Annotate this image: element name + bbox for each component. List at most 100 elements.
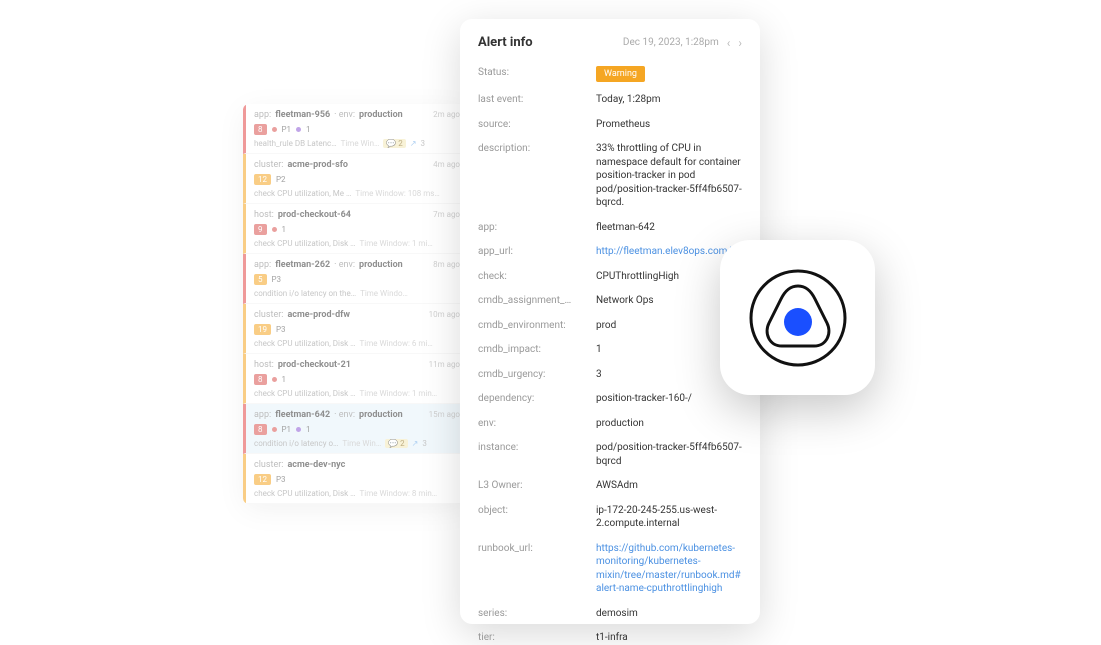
status-dot-icon [296, 127, 301, 132]
alert-list-item[interactable]: cluster:acme-dev-nyc 12P3 check CPU util… [243, 454, 468, 504]
detail-row: cmdb_impact:1 [478, 343, 742, 357]
alert-list-item[interactable]: host:prod-checkout-21 81 check CPU utili… [243, 354, 468, 404]
alert-badges: 8 P1 1 [254, 124, 460, 135]
detail-value: fleetman-642 [596, 221, 742, 235]
alert-time: 11m ago [429, 360, 460, 369]
detail-key: tier: [478, 631, 596, 645]
alert-header: host:prod-checkout-64 [254, 210, 460, 220]
alert-list-item[interactable]: cluster:acme-prod-sfo 12P2 check CPU uti… [243, 154, 468, 204]
count-badge: 8 [254, 374, 267, 385]
detail-row: object:ip-172-20-245-255.us-west-2.compu… [478, 504, 742, 531]
detail-row: app_url:http://fleetman.elev8ops.com/ [478, 245, 742, 259]
alert-time: 4m ago [433, 160, 460, 169]
detail-value: t1-infra [596, 631, 742, 645]
detail-row: description:33% throttling of CPU in nam… [478, 142, 742, 210]
detail-key: last event: [478, 93, 596, 107]
priority-label: P3 [276, 325, 286, 334]
alert-list-item[interactable]: app:fleetman-956· env:production 8P11 he… [243, 104, 468, 154]
priority-dot-icon [272, 127, 277, 132]
alert-list-item[interactable]: host:prod-checkout-64 91 check CPU utili… [243, 204, 468, 254]
detail-key: cmdb_urgency: [478, 368, 596, 382]
count-badge: 8 [254, 124, 267, 135]
detail-key: instance: [478, 441, 596, 468]
detail-key: cmdb_assignment_… [478, 294, 596, 308]
detail-row: cmdb_urgency:3 [478, 368, 742, 382]
detail-key: dependency: [478, 392, 596, 406]
detail-row: check:CPUThrottlingHigh [478, 270, 742, 284]
detail-value: Today, 1:28pm [596, 93, 742, 107]
alert-list-item[interactable]: app:fleetman-262· env:production 5P3 con… [243, 254, 468, 304]
comment-chip: 💬 2 [385, 439, 407, 448]
detail-fields: Status:Warninglast event:Today, 1:28pmso… [478, 66, 742, 645]
detail-row: last event:Today, 1:28pm [478, 93, 742, 107]
detail-key: cmdb_environment: [478, 319, 596, 333]
detail-row: env:production [478, 417, 742, 431]
detail-value: Warning [596, 66, 742, 82]
detail-row: series:demosim [478, 607, 742, 621]
detail-title: Alert info [478, 35, 533, 50]
secondary-count: 1 [306, 425, 311, 434]
count-badge: 9 [254, 224, 267, 235]
detail-nav: Dec 19, 2023, 1:28pm ‹ › [623, 36, 742, 50]
detail-key: runbook_url: [478, 542, 596, 596]
alert-badges: 81 [254, 374, 460, 385]
detail-key: cmdb_impact: [478, 343, 596, 357]
detail-value: position-tracker-160-/ [596, 392, 742, 406]
priority-dot-icon [272, 377, 277, 382]
priority-label: P1 [282, 425, 292, 434]
detail-key: app_url: [478, 245, 596, 259]
alert-header: app:fleetman-262· env:production [254, 260, 460, 270]
alert-header: app:fleetman-956· env:production [254, 110, 460, 120]
detail-row: Status:Warning [478, 66, 742, 82]
detail-link[interactable]: https://github.com/kubernetes-monitoring… [596, 542, 742, 596]
priority-label: P1 [282, 125, 292, 134]
count-badge: 19 [254, 324, 271, 335]
detail-key: series: [478, 607, 596, 621]
alert-header: cluster:acme-prod-sfo [254, 160, 460, 170]
alert-time: 8m ago [433, 260, 460, 269]
priority-dot-icon [272, 227, 277, 232]
alert-summary: check CPU utilization, Me …Time Window: … [254, 189, 460, 198]
detail-key: env: [478, 417, 596, 431]
detail-value: ip-172-20-245-255.us-west-2.compute.inte… [596, 504, 742, 531]
detail-value: AWSAdm [596, 479, 742, 493]
detail-key: source: [478, 118, 596, 132]
alert-time: 10m ago [429, 310, 460, 319]
share-icon[interactable]: ↗ [412, 439, 419, 448]
alert-list-item[interactable]: cluster:acme-prod-dfw 19P3 check CPU uti… [243, 304, 468, 354]
detail-link[interactable]: http://fleetman.elev8ops.com/ [596, 245, 742, 259]
detail-header: Alert info Dec 19, 2023, 1:28pm ‹ › [478, 35, 742, 50]
brand-logo-tile [720, 240, 875, 395]
status-badge: Warning [596, 66, 645, 82]
detail-date: Dec 19, 2023, 1:28pm [623, 37, 719, 48]
secondary-count: 1 [282, 375, 287, 384]
alert-summary: health_rule DB Latenc…Time Win…💬 2↗3 [254, 139, 460, 148]
alert-badges: 5 P3 [254, 274, 460, 285]
alert-summary: check CPU utilization, Disk …Time Window… [254, 239, 460, 248]
alert-list-item[interactable]: app:fleetman-642· env:production 8P11 co… [243, 404, 468, 454]
alert-summary: check CPU utilization, Disk …Time Window… [254, 489, 460, 498]
detail-value: pod/position-tracker-5ff4fb6507-bqrcd [596, 441, 742, 468]
alert-badges: 91 [254, 224, 460, 235]
share-icon[interactable]: ↗ [410, 139, 417, 148]
prev-icon[interactable]: ‹ [727, 36, 731, 50]
priority-dot-icon [272, 427, 277, 432]
detail-row: instance:pod/position-tracker-5ff4fb6507… [478, 441, 742, 468]
detail-key: app: [478, 221, 596, 235]
detail-key: L3 Owner: [478, 479, 596, 493]
alert-summary: condition i/o latency o…Time Win…💬 2↗3 [254, 439, 460, 448]
detail-key: Status: [478, 66, 596, 82]
detail-row: runbook_url:https://github.com/kubernete… [478, 542, 742, 596]
secondary-count: 1 [282, 225, 287, 234]
alert-list: app:fleetman-956· env:production 8P11 he… [243, 104, 468, 504]
comment-chip: 💬 2 [383, 139, 405, 148]
count-badge: 5 [254, 274, 267, 285]
count-badge: 12 [254, 474, 271, 485]
next-icon[interactable]: › [738, 36, 742, 50]
detail-value: production [596, 417, 742, 431]
secondary-count: 1 [306, 125, 311, 134]
alert-summary: check CPU utilization, Disk …Time Window… [254, 339, 460, 348]
priority-label: P3 [272, 275, 282, 284]
detail-key: object: [478, 504, 596, 531]
alert-badges: 8P11 [254, 424, 460, 435]
